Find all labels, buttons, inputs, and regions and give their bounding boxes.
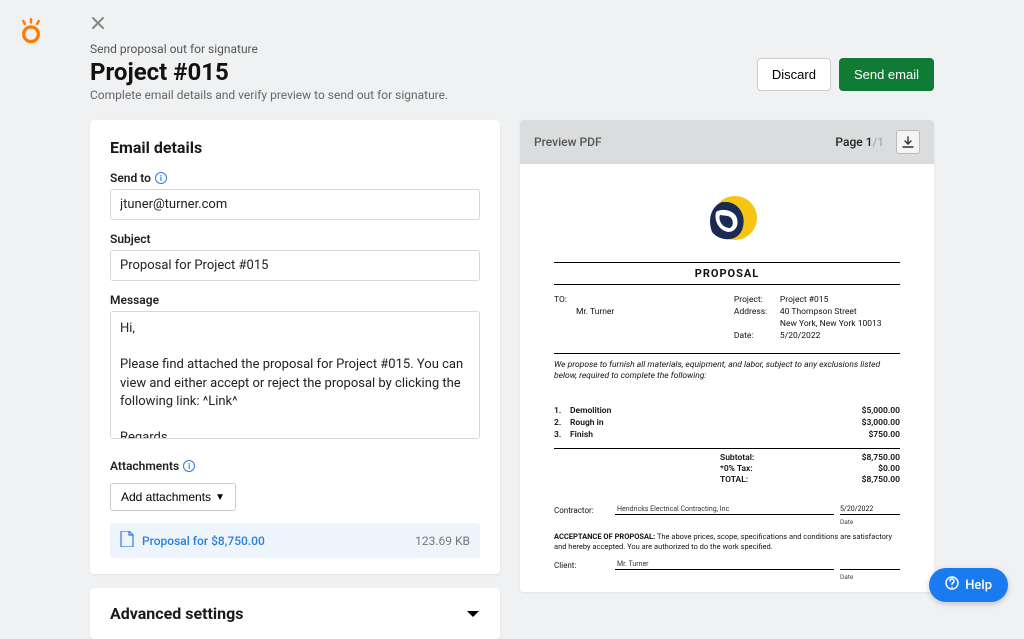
info-icon[interactable]: i	[155, 172, 167, 184]
advanced-settings-heading: Advanced settings	[110, 604, 243, 623]
attachment-name: Proposal for $8,750.00	[142, 534, 265, 548]
page-indicator: Page 1/1	[835, 135, 884, 149]
help-button[interactable]: Help	[929, 568, 1008, 602]
info-icon[interactable]: i	[183, 460, 195, 472]
doc-date-label: Date:	[734, 331, 780, 341]
doc-to-label: TO:	[554, 295, 600, 305]
document-preview: PROPOSAL TO: Mr. Turner Project:Project …	[520, 164, 934, 592]
preview-card: Preview PDF Page 1/1	[520, 120, 934, 592]
discard-button[interactable]: Discard	[757, 58, 831, 91]
attachment-row[interactable]: Proposal for $8,750.00 123.69 KB	[110, 523, 480, 558]
file-pdf-icon	[120, 531, 134, 550]
close-icon[interactable]	[90, 12, 110, 36]
advanced-settings-toggle[interactable]: Advanced settings	[90, 588, 500, 639]
message-label: Message	[110, 293, 480, 307]
doc-address-label: Address:	[734, 307, 780, 317]
page-overline: Send proposal out for signature	[90, 42, 934, 56]
help-icon	[945, 576, 959, 594]
attachment-size: 123.69 KB	[415, 534, 470, 548]
doc-line-item: 3.Finish$750.00	[554, 430, 900, 440]
doc-address-line1: 40 Thompson Street	[780, 307, 857, 317]
message-textarea[interactable]	[110, 311, 480, 439]
doc-address-line2: New York, New York 10013	[780, 319, 882, 329]
doc-to-name: Mr. Turner	[576, 307, 614, 317]
doc-totals: Subtotal:$8,750.00 *0% Tax:$0.00 TOTAL:$…	[720, 453, 900, 485]
doc-line-item: 1.Demolition$5,000.00	[554, 406, 900, 416]
company-logo	[554, 192, 900, 252]
send-to-label: Send to i	[110, 171, 480, 185]
send-email-button[interactable]: Send email	[839, 58, 934, 91]
subject-input[interactable]	[110, 250, 480, 281]
subject-label: Subject	[110, 232, 480, 246]
email-details-card: Email details Send to i Subject Message …	[90, 120, 500, 574]
doc-title: PROPOSAL	[554, 262, 900, 285]
app-logo	[18, 18, 44, 44]
page-title: Project #015	[90, 58, 448, 86]
doc-line-items: 1.Demolition$5,000.00 2.Rough in$3,000.0…	[554, 406, 900, 449]
add-attachments-button[interactable]: Add attachments ▼	[110, 483, 236, 511]
chevron-down-icon	[466, 604, 480, 623]
preview-header-label: Preview PDF	[534, 135, 602, 149]
doc-intro: We propose to furnish all materials, equ…	[554, 353, 900, 382]
download-button[interactable]	[896, 130, 920, 154]
chevron-down-icon: ▼	[215, 492, 225, 503]
doc-project-label: Project:	[734, 295, 780, 305]
doc-date-value: 5/20/2022	[780, 331, 820, 341]
email-details-heading: Email details	[110, 138, 480, 157]
doc-line-item: 2.Rough in$3,000.00	[554, 418, 900, 428]
contractor-signature-row: Contractor: Hendricks Electrical Contrac…	[554, 505, 900, 515]
doc-project-value: Project #015	[780, 295, 828, 305]
attachments-label: Attachments i	[110, 459, 480, 473]
page-subtitle: Complete email details and verify previe…	[90, 88, 448, 102]
client-signature-row: Client: Mr. Turner	[554, 560, 900, 570]
acceptance-text: ACCEPTANCE OF PROPOSAL: The above prices…	[554, 532, 900, 552]
send-to-input[interactable]	[110, 189, 480, 220]
